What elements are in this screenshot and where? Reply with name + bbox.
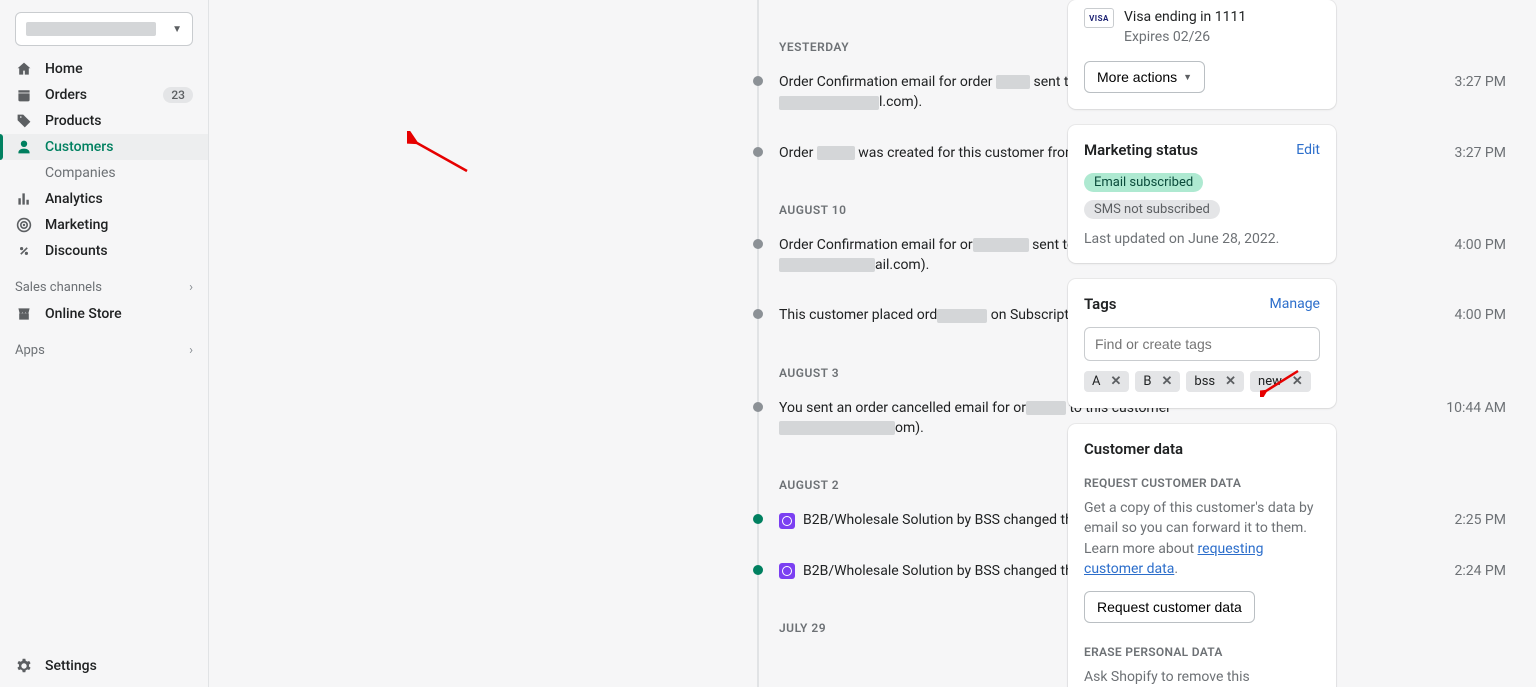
card-text: Visa ending in 1111 [1124, 8, 1246, 28]
annotation-arrow [407, 131, 477, 181]
nav-label: Home [45, 61, 83, 77]
orders-icon [15, 87, 33, 103]
chevron-right-icon: › [189, 280, 193, 295]
timeline-dot [753, 402, 763, 412]
erase-data-header: ERASE PERSONAL DATA [1084, 645, 1320, 659]
apps-header[interactable]: Apps › [0, 327, 208, 364]
nav-orders[interactable]: Orders 23 [0, 82, 208, 108]
timeline-dot [753, 239, 763, 249]
discounts-icon [15, 243, 33, 259]
gear-icon [15, 657, 33, 675]
app-icon [779, 563, 795, 579]
payment-card: VISA Visa ending in 1111 Expires 02/26 M… [1068, 0, 1336, 109]
timeline-dot [753, 76, 763, 86]
remove-tag-icon[interactable]: ✕ [1106, 374, 1125, 389]
event-time: 2:24 PM [1434, 561, 1506, 581]
remove-tag-icon[interactable]: ✕ [1221, 374, 1240, 389]
tags-input[interactable] [1084, 327, 1320, 361]
more-actions-button[interactable]: More actions ▼ [1084, 61, 1205, 93]
redacted [779, 258, 875, 272]
sidebar: ▼ Home Orders 23 Products Customers Comp… [0, 0, 209, 687]
request-data-button[interactable]: Request customer data [1084, 591, 1255, 623]
timeline-dot [753, 309, 763, 319]
marketing-card: Marketing status Edit Email subscribed S… [1068, 125, 1336, 263]
timeline-dot [753, 565, 763, 575]
nav-label: Customers [45, 139, 113, 155]
products-icon [15, 113, 33, 129]
main-content: YESTERDAY Order Confirmation email for o… [209, 0, 1536, 687]
request-data-header: REQUEST CUSTOMER DATA [1084, 476, 1320, 490]
nav-label: Discounts [45, 243, 108, 259]
marketing-title: Marketing status [1084, 141, 1198, 159]
remove-tag-icon[interactable]: ✕ [1158, 374, 1177, 389]
nav-products[interactable]: Products [0, 108, 208, 134]
card-expiry: Expires 02/26 [1124, 28, 1246, 48]
store-name-placeholder [26, 22, 156, 36]
nav-home[interactable]: Home [0, 56, 208, 82]
event-time: 4:00 PM [1434, 305, 1506, 325]
redacted [1026, 401, 1066, 415]
customer-data-card: Customer data REQUEST CUSTOMER DATA Get … [1068, 424, 1336, 687]
store-selector[interactable]: ▼ [15, 12, 193, 46]
nav-label: Marketing [45, 217, 108, 233]
customers-icon [15, 139, 33, 155]
timeline-dot [753, 147, 763, 157]
customer-data-title: Customer data [1084, 440, 1183, 458]
visa-icon: VISA [1084, 8, 1114, 28]
chevron-down-icon: ▼ [172, 24, 182, 35]
app-icon [779, 513, 795, 529]
redacted [817, 146, 855, 160]
redacted [779, 421, 895, 435]
tag-chip: new✕ [1250, 371, 1311, 392]
nav-analytics[interactable]: Analytics [0, 186, 208, 212]
chevron-right-icon: › [189, 343, 193, 358]
tag-chip: B✕ [1135, 371, 1180, 392]
request-data-desc: Get a copy of this customer's data by em… [1084, 498, 1320, 579]
right-column: VISA Visa ending in 1111 Expires 02/26 M… [1068, 0, 1336, 687]
nav-online-store[interactable]: Online Store [0, 301, 208, 327]
event-time: 3:27 PM [1434, 143, 1506, 163]
tags-card: Tags Manage A✕ B✕ bss✕ new✕ [1068, 279, 1336, 408]
sms-status-pill: SMS not subscribed [1084, 200, 1220, 219]
event-time: 2:25 PM [1434, 510, 1506, 530]
marketing-icon [15, 217, 33, 233]
manage-link[interactable]: Manage [1270, 296, 1320, 312]
nav-label: Products [45, 113, 102, 129]
remove-tag-icon[interactable]: ✕ [1288, 374, 1307, 389]
sales-channels-header[interactable]: Sales channels › [0, 264, 208, 301]
analytics-icon [15, 191, 33, 207]
event-time: 3:27 PM [1434, 72, 1506, 92]
redacted [937, 309, 987, 323]
edit-link[interactable]: Edit [1296, 142, 1320, 158]
last-updated: Last updated on June 28, 2022. [1084, 231, 1320, 247]
email-status-pill: Email subscribed [1084, 173, 1203, 192]
home-icon [15, 61, 33, 77]
erase-data-desc: Ask Shopify to remove this customer's pe… [1084, 667, 1320, 687]
orders-badge: 23 [163, 87, 193, 103]
store-icon [15, 306, 33, 322]
nav-label: Orders [45, 87, 87, 103]
chevron-down-icon: ▼ [1183, 72, 1192, 82]
tag-chip: bss✕ [1186, 371, 1244, 392]
redacted [973, 238, 1029, 252]
nav-companies[interactable]: Companies [0, 160, 208, 186]
timeline-dot [753, 514, 763, 524]
nav-discounts[interactable]: Discounts [0, 238, 208, 264]
nav-label: Analytics [45, 191, 103, 207]
tags-title: Tags [1084, 295, 1117, 313]
nav-settings[interactable]: Settings [0, 645, 208, 687]
nav-label: Online Store [45, 306, 122, 322]
settings-label: Settings [45, 658, 97, 674]
event-time: 4:00 PM [1434, 235, 1506, 255]
event-time: 10:44 AM [1426, 398, 1506, 418]
redacted [779, 96, 879, 110]
nav-marketing[interactable]: Marketing [0, 212, 208, 238]
tag-chip: A✕ [1084, 371, 1129, 392]
redacted [996, 75, 1030, 89]
nav-customers[interactable]: Customers [0, 134, 208, 160]
